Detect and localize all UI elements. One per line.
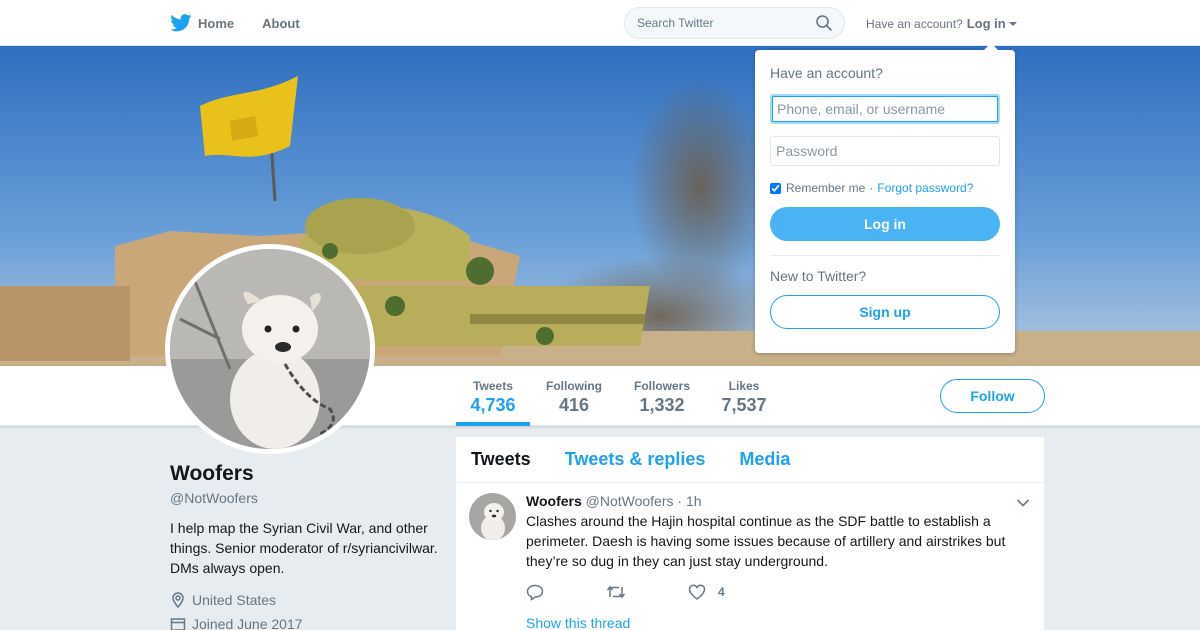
stat-likes[interactable]: Likes 7,537 bbox=[716, 366, 772, 426]
login-menu-toggle[interactable]: Log in bbox=[967, 16, 1017, 31]
calendar-icon bbox=[170, 618, 186, 630]
location-text: United States bbox=[192, 592, 277, 608]
stat-label: Following bbox=[546, 379, 602, 393]
show-thread-link[interactable]: Show this thread bbox=[526, 615, 630, 630]
follow-button[interactable]: Follow bbox=[940, 379, 1045, 413]
tweet-author-handle[interactable]: @NotWoofers bbox=[586, 493, 674, 509]
stat-value: 1,332 bbox=[639, 395, 685, 415]
stat-value: 416 bbox=[558, 395, 590, 415]
remember-row: Remember me · Forgot password? bbox=[770, 181, 1000, 195]
login-button[interactable]: Log in bbox=[770, 207, 1000, 241]
search-box[interactable] bbox=[624, 7, 845, 39]
profile-joined: Joined June 2017 bbox=[170, 616, 440, 630]
stat-value: 4,736 bbox=[470, 395, 516, 415]
tab-media[interactable]: Media bbox=[739, 449, 790, 470]
username-field[interactable] bbox=[770, 94, 1000, 124]
tweet-actions: 4 bbox=[526, 583, 1029, 601]
nav-about-label: About bbox=[262, 15, 300, 31]
profile-card: Woofers @NotWoofers I help map the Syria… bbox=[170, 462, 440, 630]
tab-tweets[interactable]: Tweets bbox=[471, 449, 531, 470]
remember-checkbox[interactable] bbox=[770, 182, 781, 194]
stat-following[interactable]: Following 416 bbox=[540, 366, 608, 426]
timeline-tabs: Tweets Tweets & replies Media bbox=[456, 437, 1044, 483]
heart-icon bbox=[688, 584, 706, 600]
profile-name[interactable]: Woofers bbox=[170, 462, 440, 486]
stat-label: Followers bbox=[633, 379, 690, 393]
chevron-down-icon[interactable] bbox=[1016, 495, 1030, 513]
dropdown-arrow bbox=[983, 43, 999, 51]
timeline: Tweets Tweets & replies Media Woofers @N… bbox=[456, 437, 1044, 630]
caret-down-icon bbox=[1008, 21, 1017, 26]
login-dropdown: Have an account? Remember me · Forgot pa… bbox=[755, 43, 1015, 353]
tweet-header: Woofers @NotWoofers · 1h bbox=[526, 493, 1029, 509]
avatar[interactable] bbox=[165, 244, 375, 454]
profile-bio: I help map the Syrian Civil War, and oth… bbox=[170, 520, 438, 576]
nav-home-label: Home bbox=[198, 15, 235, 31]
retweet-button[interactable] bbox=[606, 584, 626, 600]
stat-tweets[interactable]: Tweets 4,736 bbox=[456, 366, 530, 426]
tweet-author-name[interactable]: Woofers bbox=[526, 493, 582, 509]
profile-location: United States bbox=[170, 592, 440, 608]
top-nav: Home About Have an account? Log in bbox=[0, 0, 1200, 46]
reply-button[interactable] bbox=[526, 584, 544, 601]
tweet[interactable]: Woofers @NotWoofers · 1h Clashes around … bbox=[456, 483, 1044, 630]
remember-label[interactable]: Remember me bbox=[786, 181, 865, 195]
search-input[interactable] bbox=[637, 16, 816, 30]
nav-about[interactable]: About bbox=[262, 16, 300, 31]
nav-left: Home About bbox=[170, 0, 328, 46]
tweet-text: Clashes around the Hajin hospital contin… bbox=[526, 513, 1006, 569]
avatar-image bbox=[170, 249, 370, 449]
signup-button[interactable]: Sign up bbox=[770, 295, 1000, 329]
like-count: 4 bbox=[718, 585, 725, 599]
tweet-avatar[interactable] bbox=[469, 493, 516, 540]
new-to-twitter-text: New to Twitter? bbox=[770, 268, 867, 284]
stat-value: 7,537 bbox=[721, 395, 767, 415]
dropdown-divider bbox=[770, 255, 1000, 256]
forgot-password-link[interactable]: Forgot password? bbox=[877, 181, 973, 195]
search-icon[interactable] bbox=[816, 15, 832, 31]
tweet-timestamp[interactable]: · 1h bbox=[677, 493, 701, 509]
profile-handle[interactable]: @NotWoofers bbox=[170, 490, 440, 506]
tab-tweets-replies[interactable]: Tweets & replies bbox=[565, 449, 706, 470]
retweet-icon bbox=[606, 585, 626, 599]
location-pin-icon bbox=[172, 592, 184, 608]
login-prompt: Have an account? Log in bbox=[866, 16, 1017, 31]
password-field[interactable] bbox=[770, 136, 1000, 166]
joined-text: Joined June 2017 bbox=[192, 616, 303, 630]
reply-icon bbox=[526, 584, 544, 601]
have-account-text: Have an account? bbox=[866, 16, 963, 31]
twitter-bird-icon bbox=[170, 14, 192, 32]
login-link-label: Log in bbox=[966, 16, 1006, 31]
stat-label: Likes bbox=[728, 379, 760, 393]
dropdown-heading: Have an account? bbox=[770, 65, 883, 81]
like-button[interactable]: 4 bbox=[688, 584, 725, 600]
nav-home[interactable]: Home bbox=[170, 14, 234, 32]
stat-followers[interactable]: Followers 1,332 bbox=[628, 366, 696, 426]
separator-dot: · bbox=[869, 181, 874, 195]
stat-label: Tweets bbox=[473, 379, 513, 393]
